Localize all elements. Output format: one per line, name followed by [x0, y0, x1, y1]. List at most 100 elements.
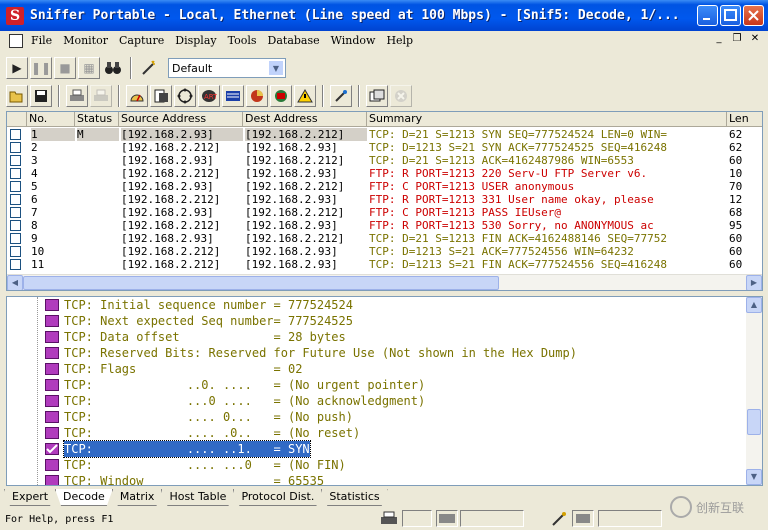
print-icon[interactable]	[66, 85, 88, 107]
menu-capture[interactable]: Capture	[119, 34, 164, 47]
scroll-down-icon[interactable]: ▼	[746, 469, 762, 485]
window-title: Sniffer Portable - Local, Ethernet (Line…	[30, 8, 680, 23]
menu-monitor[interactable]: Monitor	[63, 34, 108, 47]
profile-select[interactable]: Default ▼	[168, 58, 286, 78]
table-row[interactable]: 5 [192.168.2.93] [192.168.2.212] FTP: C POR…	[7, 180, 762, 193]
pause-icon[interactable]: ❚❚	[30, 57, 52, 79]
tab-statistics[interactable]: Statistics	[321, 489, 387, 506]
packet-list[interactable]: No. Status Source Address Dest Address S…	[6, 111, 763, 291]
filter-wand-icon[interactable]	[138, 57, 160, 79]
document-window-icon[interactable]	[9, 33, 23, 48]
close-button[interactable]	[743, 5, 764, 26]
table-row[interactable]: 1 M [192.168.2.93] [192.168.2.212] TCP: D=21…	[7, 128, 762, 141]
column-header-source[interactable]: Source Address	[119, 112, 243, 127]
row-checkbox[interactable]	[10, 233, 21, 244]
row-checkbox[interactable]	[10, 129, 21, 140]
mdi-close-button[interactable]: ✕	[748, 33, 762, 46]
decode-line[interactable]: TCP: ...0 .... = (No acknowledgment)	[7, 393, 747, 409]
decode-pane[interactable]: TCP: Initial sequence number = 777524524…	[6, 296, 763, 486]
disabled-icon[interactable]	[390, 85, 412, 107]
define-filter-icon[interactable]	[366, 85, 388, 107]
column-header-check[interactable]	[7, 112, 27, 127]
menu-database[interactable]: Database	[268, 34, 320, 47]
scroll-left-icon[interactable]: ◀	[7, 275, 23, 290]
table-row[interactable]: 7 [192.168.2.93] [192.168.2.212] FTP: C POR…	[7, 206, 762, 219]
row-checkbox[interactable]	[10, 168, 21, 179]
decode-line[interactable]: TCP: ..0. .... = (No urgent pointer)	[7, 377, 747, 393]
decode-line[interactable]: TCP: Next expected Seq number= 777524525	[7, 313, 747, 329]
art-icon[interactable]: ART	[198, 85, 220, 107]
chevron-down-icon[interactable]: ▼	[268, 60, 284, 76]
binoculars-icon[interactable]	[102, 57, 124, 79]
sniffer-app-icon[interactable]: S	[6, 6, 24, 25]
decode-line[interactable]: TCP: .... 0... = (No push)	[7, 409, 747, 425]
decode-line[interactable]: TCP: .... ...0 = (No FIN)	[7, 457, 747, 473]
row-checkbox[interactable]	[10, 155, 21, 166]
scroll-up-icon[interactable]: ▲	[746, 297, 762, 313]
dashboard-icon[interactable]	[126, 85, 148, 107]
tab-protocol-dist[interactable]: Protocol Dist.	[233, 489, 322, 506]
open-folder-icon[interactable]	[6, 85, 28, 107]
maximize-button[interactable]	[720, 5, 741, 26]
scroll-right-icon[interactable]: ▶	[746, 275, 762, 290]
packet-source: [192.168.2.93]	[121, 128, 243, 141]
tab-host-table[interactable]: Host Table	[161, 489, 234, 506]
protocol-dist-icon[interactable]	[222, 85, 244, 107]
stop-and-display-icon[interactable]: ▦	[78, 57, 100, 79]
address-book-icon[interactable]	[330, 85, 352, 107]
tab-decode[interactable]: Decode	[55, 489, 113, 506]
row-checkbox[interactable]	[10, 181, 21, 192]
table-row[interactable]: 11 [192.168.2.212] [192.168.2.93] TCP: D=12…	[7, 258, 762, 271]
menu-tools[interactable]: Tools	[228, 34, 257, 47]
horizontal-scrollbar[interactable]: ◀ ▶	[7, 274, 762, 290]
tab-matrix[interactable]: Matrix	[112, 489, 163, 506]
vertical-scrollbar[interactable]: ▲ ▼	[746, 297, 762, 485]
alarm-log-icon[interactable]	[270, 85, 292, 107]
column-header-len[interactable]: Len	[727, 112, 762, 127]
menu-file[interactable]: File	[31, 34, 52, 47]
table-row[interactable]: 6 [192.168.2.212] [192.168.2.93] FTP: R POR…	[7, 193, 762, 206]
row-checkbox[interactable]	[10, 142, 21, 153]
menu-display[interactable]: Display	[175, 34, 216, 47]
host-table-icon[interactable]	[150, 85, 172, 107]
table-row[interactable]: 2 [192.168.2.212] [192.168.2.93] TCP: D=121…	[7, 141, 762, 154]
row-checkbox[interactable]	[10, 194, 21, 205]
doc-icon	[45, 363, 59, 375]
column-header-dest[interactable]: Dest Address	[243, 112, 367, 127]
warning-icon[interactable]	[294, 85, 316, 107]
row-checkbox[interactable]	[10, 220, 21, 231]
tab-expert[interactable]: Expert	[4, 489, 56, 506]
scroll-thumb[interactable]	[747, 409, 761, 435]
table-row[interactable]: 4 [192.168.2.212] [192.168.2.93] FTP: R POR…	[7, 167, 762, 180]
column-header-summary[interactable]: Summary	[367, 112, 727, 127]
row-checkbox[interactable]	[10, 259, 21, 270]
print-preview-icon[interactable]	[90, 85, 112, 107]
table-row[interactable]: 10 [192.168.2.212] [192.168.2.93] TCP: D=12…	[7, 245, 762, 258]
row-checkbox[interactable]	[10, 246, 21, 257]
save-icon[interactable]	[30, 85, 52, 107]
mdi-minimize-button[interactable]: _	[712, 33, 726, 46]
packet-status	[77, 245, 119, 258]
global-stats-icon[interactable]	[246, 85, 268, 107]
decode-line[interactable]: TCP: .... ..1. = SYN	[7, 440, 747, 458]
scroll-thumb[interactable]	[23, 276, 499, 290]
decode-line[interactable]: TCP: Window = 65535	[7, 473, 747, 485]
table-row[interactable]: 3 [192.168.2.93] [192.168.2.212] TCP: D=21 …	[7, 154, 762, 167]
decode-line[interactable]: TCP: Data offset = 28 bytes	[7, 329, 747, 345]
matrix-icon[interactable]	[174, 85, 196, 107]
menu-help[interactable]: Help	[386, 34, 413, 47]
decode-line[interactable]: TCP: Flags = 02	[7, 361, 747, 377]
decode-line[interactable]: TCP: Initial sequence number = 777524524	[7, 297, 747, 313]
column-header-status[interactable]: Status	[75, 112, 119, 127]
decode-line[interactable]: TCP: .... .0.. = (No reset)	[7, 425, 747, 441]
mdi-restore-button[interactable]: ❐	[730, 33, 744, 46]
minimize-button[interactable]	[697, 5, 718, 26]
table-row[interactable]: 9 [192.168.2.93] [192.168.2.212] TCP: D=21 …	[7, 232, 762, 245]
stop-icon[interactable]: ■	[54, 57, 76, 79]
column-header-no[interactable]: No.	[27, 112, 75, 127]
decode-line[interactable]: TCP: Reserved Bits: Reserved for Future …	[7, 345, 747, 361]
play-icon[interactable]: ▶	[6, 57, 28, 79]
table-row[interactable]: 8 [192.168.2.212] [192.168.2.93] FTP: R POR…	[7, 219, 762, 232]
row-checkbox[interactable]	[10, 207, 21, 218]
menu-window[interactable]: Window	[331, 34, 376, 47]
